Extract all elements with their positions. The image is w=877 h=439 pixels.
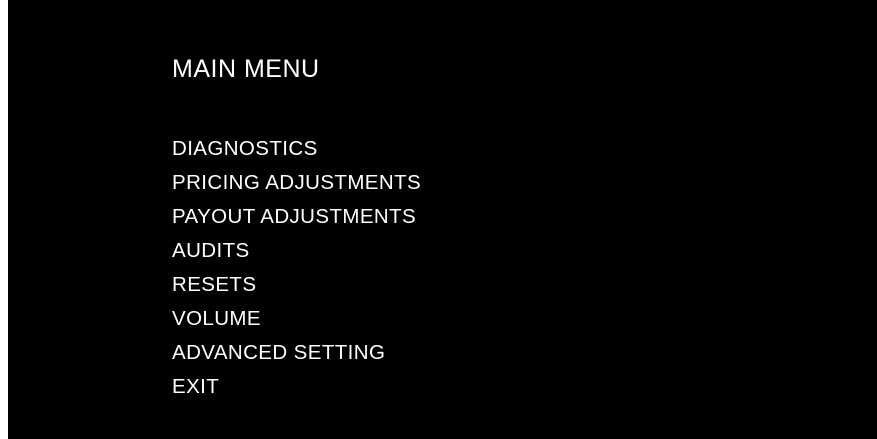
menu-item-advanced-setting[interactable]: ADVANCED SETTING [172, 336, 421, 370]
menu-item-exit[interactable]: EXIT [172, 370, 421, 404]
menu-item-diagnostics[interactable]: DIAGNOSTICS [172, 132, 421, 166]
page-title: MAIN MENU [172, 55, 320, 83]
menu-item-audits[interactable]: AUDITS [172, 234, 421, 268]
menu-item-volume[interactable]: VOLUME [172, 302, 421, 336]
menu-item-resets[interactable]: RESETS [172, 268, 421, 302]
main-menu-list: DIAGNOSTICS PRICING ADJUSTMENTS PAYOUT A… [172, 132, 421, 404]
main-menu-screen: MAIN MENU DIAGNOSTICS PRICING ADJUSTMENT… [8, 0, 877, 439]
menu-item-payout-adjustments[interactable]: PAYOUT ADJUSTMENTS [172, 200, 421, 234]
menu-item-pricing-adjustments[interactable]: PRICING ADJUSTMENTS [172, 166, 421, 200]
